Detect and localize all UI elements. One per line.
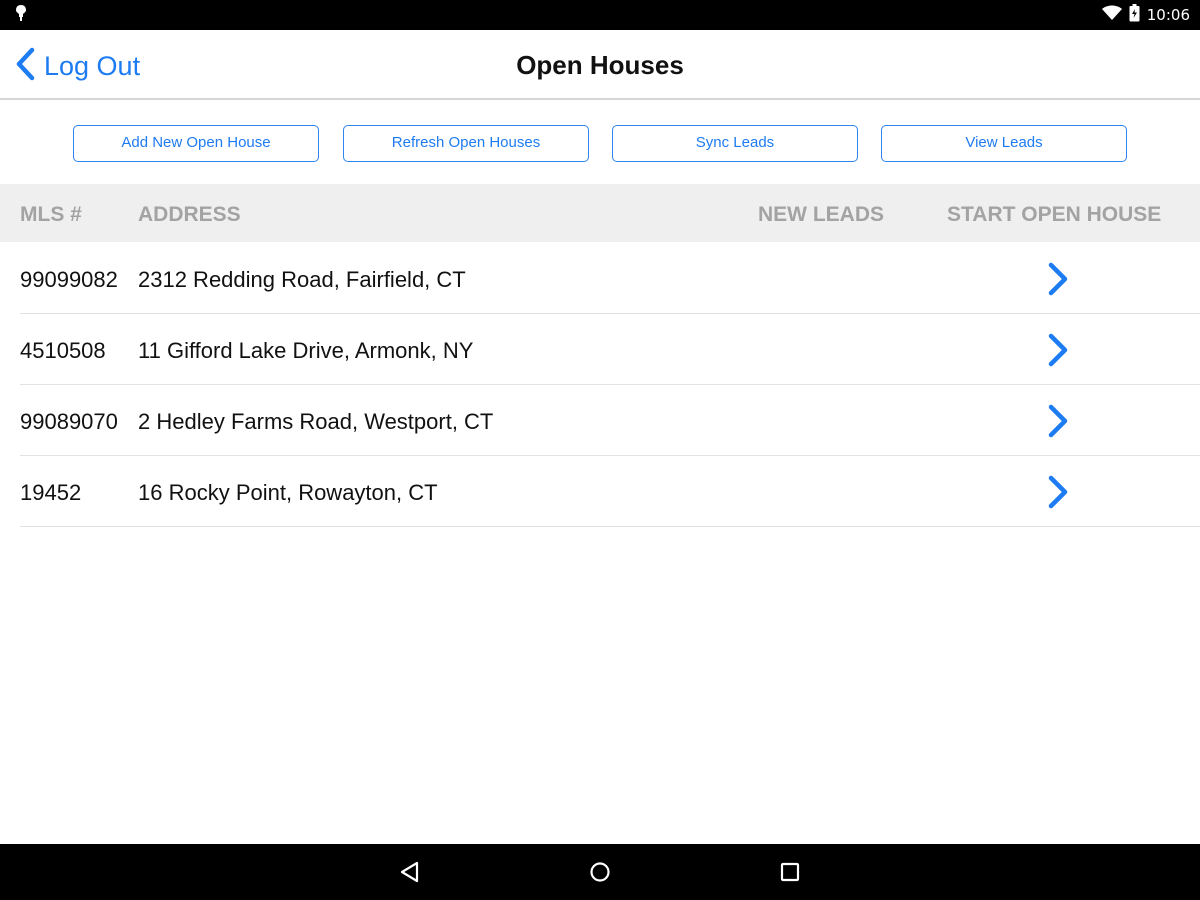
nav-bar: Log Out Open Houses (0, 30, 1200, 100)
recents-square-icon[interactable] (778, 860, 802, 884)
status-right: 10:06 (1101, 3, 1190, 27)
action-toolbar: Add New Open House Refresh Open Houses S… (0, 100, 1200, 184)
sync-leads-button[interactable]: Sync Leads (612, 125, 858, 162)
battery-icon (1129, 3, 1140, 27)
address: 11 Gifford Lake Drive, Armonk, NY (138, 338, 474, 363)
address: 16 Rocky Point, Rowayton, CT (138, 480, 438, 505)
wifi-icon (1101, 5, 1122, 26)
status-time: 10:06 (1146, 6, 1190, 24)
address: 2 Hedley Farms Road, Westport, CT (138, 409, 494, 434)
refresh-open-houses-button[interactable]: Refresh Open Houses (343, 125, 589, 162)
system-nav-bar (0, 844, 1200, 900)
view-leads-button[interactable]: View Leads (881, 125, 1127, 162)
table-row[interactable]: 99099082 2312 Redding Road, Fairfield, C… (0, 243, 1200, 314)
header-address: ADDRESS (138, 203, 241, 226)
home-circle-icon[interactable] (588, 860, 612, 884)
add-new-open-house-button[interactable]: Add New Open House (73, 125, 319, 162)
table-row[interactable]: 4510508 11 Gifford Lake Drive, Armonk, N… (0, 314, 1200, 385)
mls-number: 99099082 (20, 267, 118, 292)
status-left (14, 4, 28, 27)
mls-number: 4510508 (20, 338, 106, 363)
mls-number: 99089070 (20, 409, 118, 434)
back-triangle-icon[interactable] (398, 860, 422, 884)
chevron-right-icon[interactable] (1044, 474, 1072, 510)
address: 2312 Redding Road, Fairfield, CT (138, 267, 466, 292)
header-mls: MLS # (20, 203, 82, 226)
mls-number: 19452 (20, 480, 82, 505)
table-header: MLS # ADDRESS NEW LEADS START OPEN HOUSE (0, 184, 1200, 242)
table-row[interactable]: 19452 16 Rocky Point, Rowayton, CT (0, 456, 1200, 527)
chevron-right-icon[interactable] (1044, 332, 1072, 368)
table-row[interactable]: 99089070 2 Hedley Farms Road, Westport, … (0, 385, 1200, 456)
chevron-right-icon[interactable] (1044, 403, 1072, 439)
header-start-open-house: START OPEN HOUSE (947, 203, 1162, 226)
notification-icon (14, 4, 28, 27)
header-new-leads: NEW LEADS (758, 203, 884, 226)
page-title: Open Houses (516, 50, 684, 80)
chevron-right-icon[interactable] (1044, 261, 1072, 297)
row-divider (20, 526, 1200, 527)
status-bar: 10:06 (0, 0, 1200, 30)
